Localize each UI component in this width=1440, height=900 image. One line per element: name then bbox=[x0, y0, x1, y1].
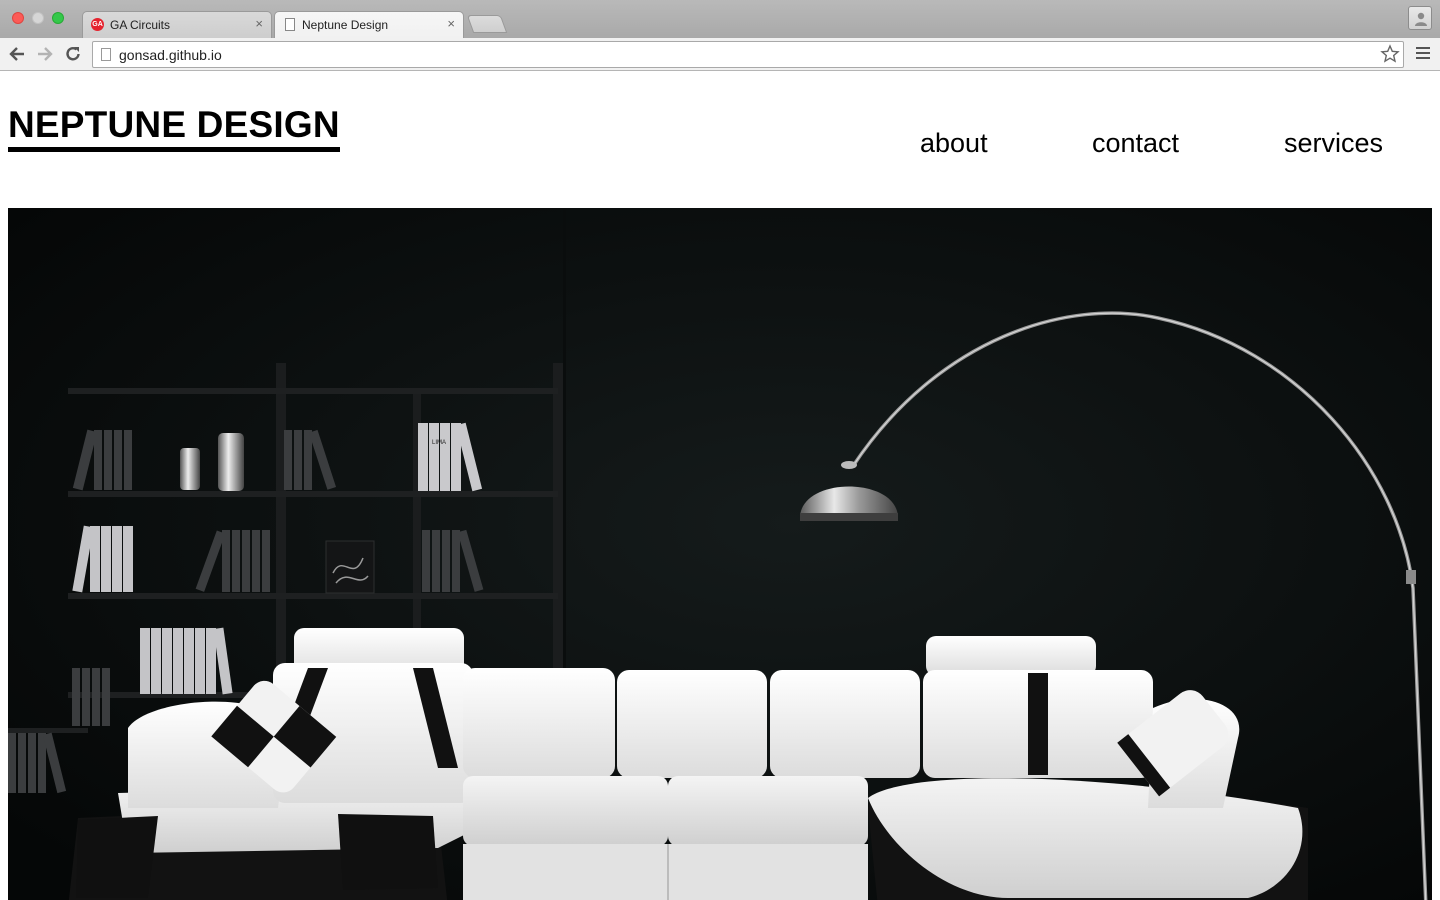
book-spine-label: LIMA bbox=[432, 440, 446, 446]
user-icon bbox=[1415, 12, 1427, 26]
tab-close-icon[interactable]: × bbox=[447, 16, 455, 31]
tab-ga-circuits[interactable]: GA GA Circuits × bbox=[82, 11, 272, 38]
tab-strip: GA GA Circuits × Neptune Design × bbox=[0, 0, 1440, 38]
url-text[interactable]: gonsad.github.io bbox=[119, 47, 222, 63]
living-room-photo: LIMA bbox=[8, 208, 1432, 900]
window-minimize-button[interactable] bbox=[32, 12, 44, 24]
vase bbox=[218, 433, 244, 491]
tab-close-icon[interactable]: × bbox=[255, 16, 263, 31]
window-maximize-button[interactable] bbox=[52, 12, 64, 24]
tab-title: GA Circuits bbox=[110, 18, 171, 32]
window-close-button[interactable] bbox=[12, 12, 24, 24]
nav-link-services[interactable]: services bbox=[1284, 128, 1383, 159]
site-logo[interactable]: NEPTUNE DESIGN bbox=[8, 104, 340, 152]
profile-button[interactable] bbox=[1408, 6, 1432, 30]
tab-neptune-design[interactable]: Neptune Design × bbox=[274, 11, 464, 38]
browser-menu-icon[interactable] bbox=[1416, 47, 1430, 61]
bookmark-star-icon[interactable] bbox=[1380, 44, 1400, 64]
vase bbox=[180, 448, 200, 490]
page-icon bbox=[285, 18, 295, 31]
hero-image: LIMA bbox=[8, 208, 1432, 900]
new-tab-button[interactable] bbox=[466, 15, 508, 33]
page-icon bbox=[101, 48, 111, 61]
address-bar[interactable]: gonsad.github.io bbox=[92, 41, 1404, 68]
browser-toolbar: gonsad.github.io bbox=[0, 38, 1440, 71]
forward-arrow-icon[interactable] bbox=[36, 45, 54, 63]
tab-title: Neptune Design bbox=[302, 18, 389, 32]
back-arrow-icon[interactable] bbox=[8, 45, 26, 63]
webpage: NEPTUNE DESIGN about contact services LI… bbox=[0, 72, 1440, 900]
nav-link-about[interactable]: about bbox=[920, 128, 988, 159]
reload-icon[interactable] bbox=[64, 45, 82, 63]
nav-link-contact[interactable]: contact bbox=[1092, 128, 1179, 159]
ga-logo-icon: GA bbox=[91, 18, 104, 31]
